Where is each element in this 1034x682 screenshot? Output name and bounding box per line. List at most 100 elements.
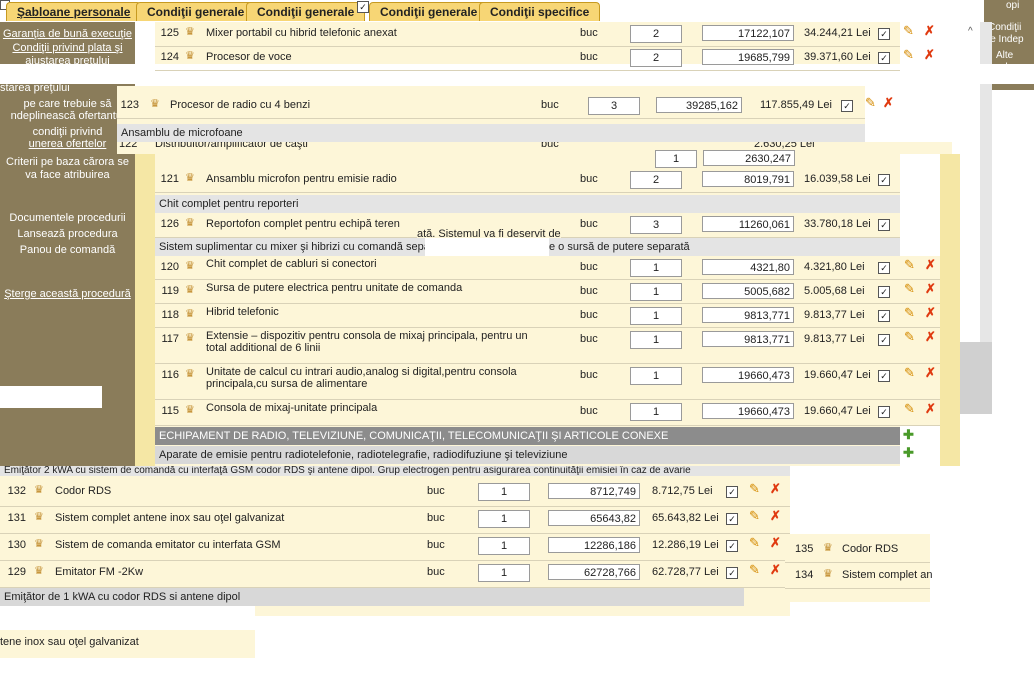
- menu-panou-comanda[interactable]: Panou de comandă: [0, 244, 135, 257]
- tab-conditii-generale-1[interactable]: Condiţii generale: [136, 2, 256, 21]
- delete-icon[interactable]: ✗: [925, 402, 939, 416]
- tab-conditii-generale-2[interactable]: Condiţii generale: [246, 2, 366, 21]
- edit-icon[interactable]: ✎: [903, 24, 917, 38]
- delete-icon[interactable]: ✗: [924, 24, 938, 38]
- edit-icon[interactable]: ✎: [749, 509, 763, 523]
- include-checkbox[interactable]: ✓: [878, 370, 890, 382]
- delete-icon[interactable]: ✗: [770, 563, 784, 577]
- table-row: 115 ♛ Consola de mixaj-unitate principala b…: [155, 400, 940, 426]
- right-panel-line[interactable]: Condiţii: [988, 22, 1021, 34]
- row-number: 116: [161, 369, 179, 381]
- price-input[interactable]: 8712,749: [548, 483, 640, 499]
- delete-icon[interactable]: ✗: [770, 482, 784, 496]
- quantity-input[interactable]: 2: [630, 49, 682, 67]
- quantity-input[interactable]: 1: [630, 259, 682, 277]
- quantity-input[interactable]: 1: [478, 537, 530, 555]
- quantity-input[interactable]: 2: [630, 171, 682, 189]
- tab-conditii-generale-3[interactable]: Condiţii generale: [369, 2, 489, 21]
- price-input[interactable]: 8019,791: [702, 171, 794, 187]
- include-checkbox[interactable]: ✓: [726, 540, 738, 552]
- quantity-input[interactable]: 1: [630, 403, 682, 421]
- quantity-input[interactable]: 1: [655, 150, 697, 168]
- edit-icon[interactable]: ✎: [903, 48, 917, 62]
- quantity-input[interactable]: 1: [478, 483, 530, 501]
- menu-criterii-atribuire[interactable]: Criterii pe baza cărora se va face atrib…: [0, 156, 135, 182]
- include-checkbox[interactable]: ✓: [878, 52, 890, 64]
- delete-icon[interactable]: ✗: [925, 330, 939, 344]
- item-name: Consola de mixaj-unitate principala: [206, 402, 378, 414]
- menu-garantia[interactable]: Garanţia de bună execuţie: [0, 28, 135, 41]
- quantity-input[interactable]: 1: [630, 367, 682, 385]
- tab-sabloane-personale[interactable]: Şabloane personale: [6, 2, 142, 21]
- quantity-input[interactable]: 1: [478, 510, 530, 528]
- right-panel-line[interactable]: Alte: [996, 50, 1013, 62]
- tab-checkbox[interactable]: ✓: [357, 1, 369, 13]
- edit-icon[interactable]: ✎: [865, 96, 879, 110]
- price-input[interactable]: 19660,473: [702, 403, 794, 419]
- edit-icon[interactable]: ✎: [904, 330, 918, 344]
- quantity-input[interactable]: 1: [630, 331, 682, 349]
- item-name: Distribuitor/amplificator de căşti: [155, 142, 308, 150]
- edit-icon[interactable]: ✎: [904, 366, 918, 380]
- delete-icon[interactable]: ✗: [924, 48, 938, 62]
- price-input[interactable]: 2630,247: [703, 150, 795, 166]
- price-input[interactable]: 11260,061: [702, 216, 794, 232]
- price-input[interactable]: 19685,799: [702, 49, 794, 65]
- price-input[interactable]: 62728,766: [548, 564, 640, 580]
- tab-conditii-specifice[interactable]: Condiţii specifice: [479, 2, 601, 21]
- price-input[interactable]: 4321,80: [702, 259, 794, 275]
- edit-icon[interactable]: ✎: [749, 563, 763, 577]
- include-checkbox[interactable]: ✓: [878, 174, 890, 186]
- menu-fragment[interactable]: unerea ofertelor: [0, 138, 135, 151]
- include-checkbox[interactable]: ✓: [878, 219, 890, 231]
- price-input[interactable]: 9813,771: [702, 331, 794, 347]
- price-input[interactable]: 65643,82: [548, 510, 640, 526]
- price-input[interactable]: 39285,162: [656, 97, 742, 113]
- item-unit: buc: [427, 512, 445, 524]
- include-checkbox[interactable]: ✓: [726, 513, 738, 525]
- menu-lanseaza-procedura[interactable]: Lansează procedura: [0, 228, 135, 241]
- include-checkbox[interactable]: ✓: [726, 567, 738, 579]
- include-checkbox[interactable]: ✓: [841, 100, 853, 112]
- quantity-input[interactable]: 2: [630, 25, 682, 43]
- delete-icon[interactable]: ✗: [883, 96, 897, 110]
- edit-icon[interactable]: ✎: [749, 536, 763, 550]
- delete-icon[interactable]: ✗: [770, 509, 784, 523]
- include-checkbox[interactable]: ✓: [878, 310, 890, 322]
- menu-documentele-procedurii[interactable]: Documentele procedurii: [0, 212, 135, 225]
- menu-fragment[interactable]: ndeplinească ofertantul: [0, 110, 135, 123]
- menu-sterge-procedura[interactable]: Şterge această procedură: [0, 288, 135, 301]
- price-input[interactable]: 5005,682: [702, 283, 794, 299]
- include-checkbox[interactable]: ✓: [878, 406, 890, 418]
- price-input[interactable]: 12286,186: [548, 537, 640, 553]
- edit-icon[interactable]: ✎: [749, 482, 763, 496]
- scroll-up-arrow[interactable]: ^: [968, 26, 973, 37]
- quantity-input[interactable]: 1: [630, 307, 682, 325]
- right-panel-line[interactable]: le Indep: [988, 34, 1024, 46]
- delete-icon[interactable]: ✗: [925, 258, 939, 272]
- price-input[interactable]: 17122,107: [702, 25, 794, 41]
- edit-icon[interactable]: ✎: [904, 402, 918, 416]
- delete-icon[interactable]: ✗: [925, 282, 939, 296]
- include-checkbox[interactable]: ✓: [878, 28, 890, 40]
- quantity-input[interactable]: 3: [588, 97, 640, 115]
- price-input[interactable]: 9813,771: [702, 307, 794, 323]
- delete-icon[interactable]: ✗: [925, 366, 939, 380]
- edit-icon[interactable]: ✎: [904, 258, 918, 272]
- quantity-input[interactable]: 1: [478, 564, 530, 582]
- include-checkbox[interactable]: ✓: [878, 334, 890, 346]
- delete-icon[interactable]: ✗: [770, 536, 784, 550]
- include-checkbox[interactable]: ✓: [878, 286, 890, 298]
- add-icon[interactable]: ✚: [903, 428, 917, 442]
- tab-bar: Şabloane personale Condiţii generale Con…: [0, 0, 1034, 22]
- price-input[interactable]: 19660,473: [702, 367, 794, 383]
- edit-icon[interactable]: ✎: [904, 282, 918, 296]
- include-checkbox[interactable]: ✓: [878, 262, 890, 274]
- edit-icon[interactable]: ✎: [904, 306, 918, 320]
- quantity-input[interactable]: 1: [630, 283, 682, 301]
- delete-icon[interactable]: ✗: [925, 306, 939, 320]
- table-row: 132 ♛ Codor RDS buc 1 8712,749 8.712,75 Lei ✓ ✎ ✗: [0, 480, 790, 507]
- include-checkbox[interactable]: ✓: [726, 486, 738, 498]
- quantity-input[interactable]: 3: [630, 216, 682, 234]
- add-icon[interactable]: ✚: [903, 446, 917, 460]
